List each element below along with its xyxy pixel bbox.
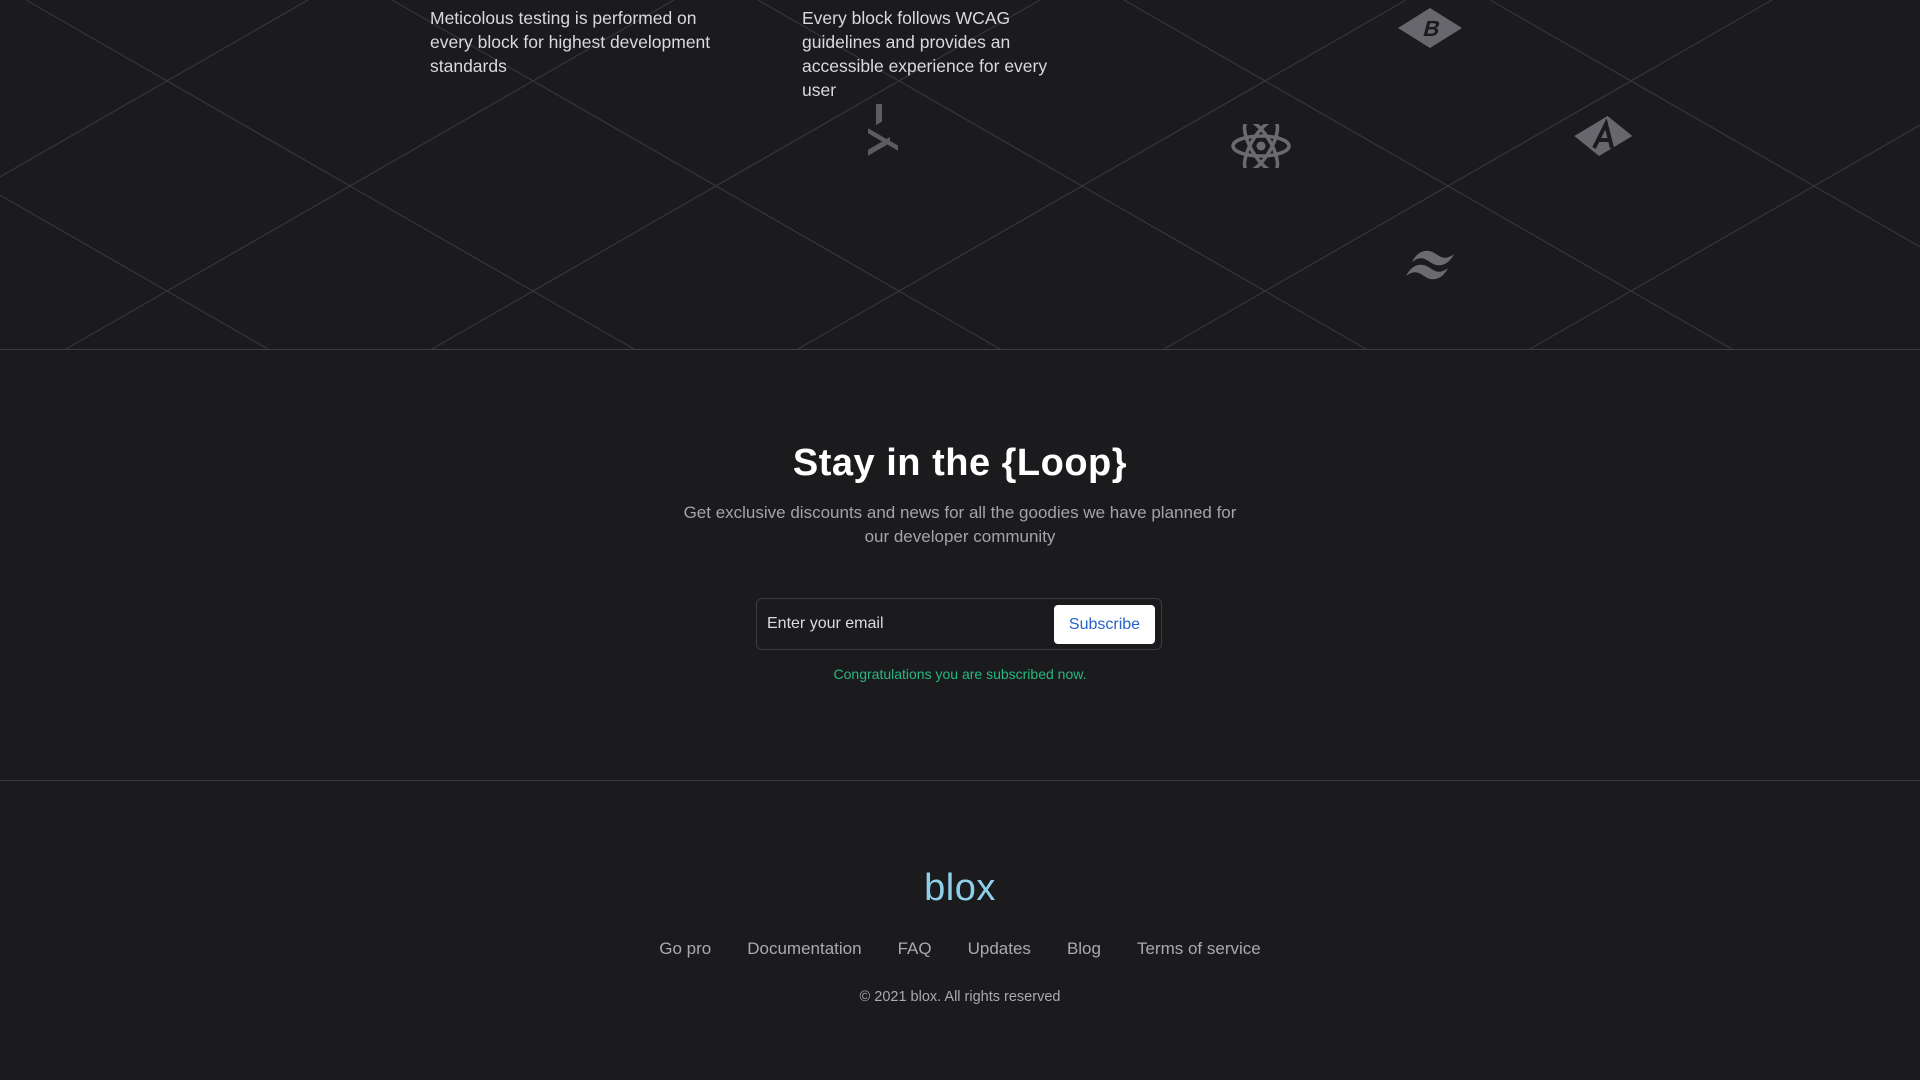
angular-icon [1574,116,1633,156]
prettier-icon [868,104,898,156]
newsletter-section: Stay in the {Loop} Get exclusive discoun… [0,350,1920,780]
footer-link-faq[interactable]: FAQ [898,939,932,959]
subscription-success-message: Congratulations you are subscribed now. [833,666,1087,682]
subscribe-button[interactable]: Subscribe [1054,605,1155,644]
footer-nav: Go pro Documentation FAQ Updates Blog Te… [0,939,1920,959]
footer-link-blog[interactable]: Blog [1067,939,1101,959]
footer-link-go-pro[interactable]: Go pro [659,939,711,959]
email-input[interactable] [757,599,1067,649]
newsletter-subtitle: Get exclusive discounts and news for all… [683,503,1237,546]
newsletter-title: Stay in the {Loop} [792,442,1128,484]
feature-testing-text: Meticolous testing is performed on every… [430,8,711,76]
bootstrap-icon: B [1398,8,1462,48]
tailwind-icon [1406,250,1454,280]
footer-link-updates[interactable]: Updates [968,939,1031,959]
react-icon [1231,124,1291,168]
footer-link-terms-of-service[interactable]: Terms of service [1137,939,1261,959]
footer-link-documentation[interactable]: Documentation [747,939,861,959]
subscribe-form: Subscribe [756,598,1162,650]
feature-accessibility-text: Every block follows WCAG guidelines and … [802,8,1048,100]
features-section: Meticolous testing is performed on every… [0,0,1920,349]
copyright-text: © 2021 blox. All rights reserved [859,989,1061,1005]
brand-logo[interactable]: blox [0,867,1920,910]
footer: blox Go pro Documentation FAQ Updates Bl… [0,781,1920,1080]
